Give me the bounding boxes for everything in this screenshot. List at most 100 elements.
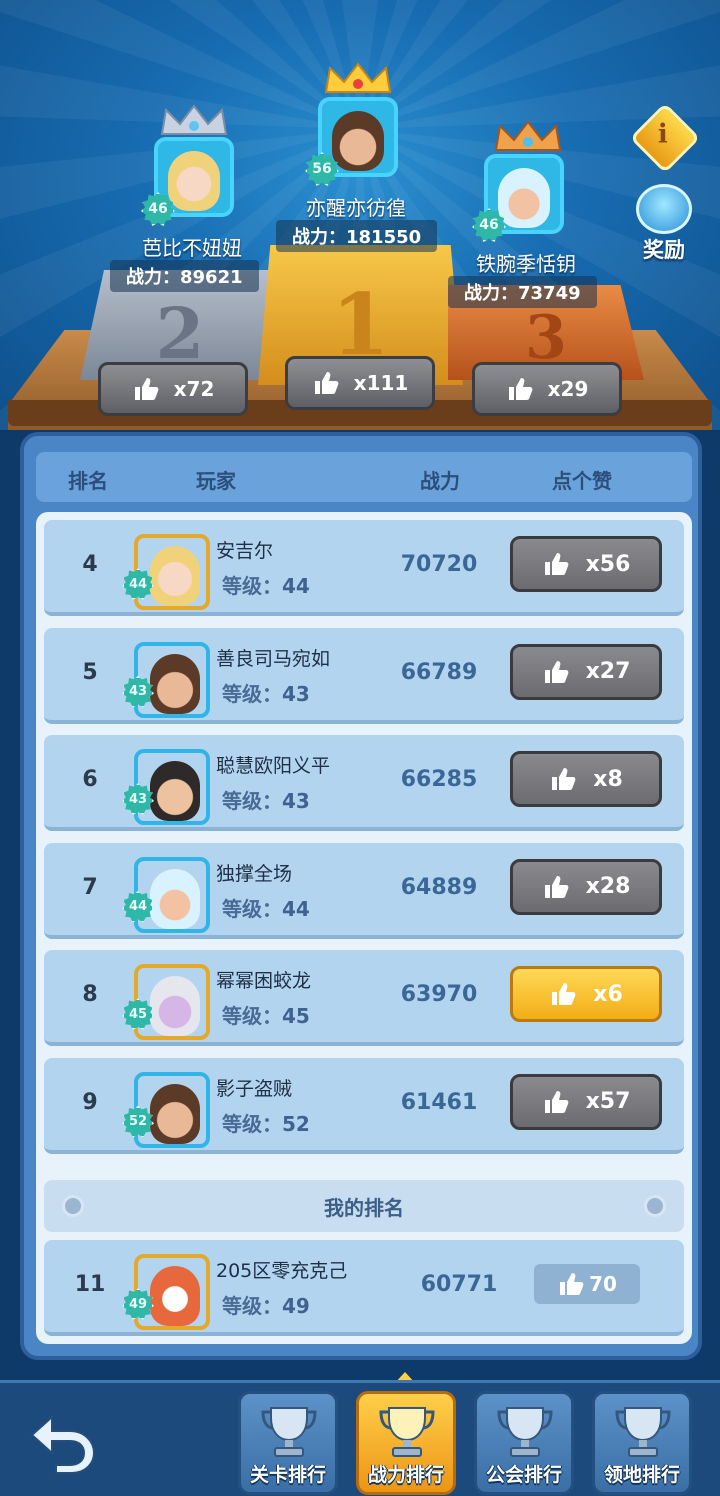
thumbs-up-icon: [544, 1090, 568, 1113]
player-name: 205区零充克己: [216, 1260, 348, 1282]
avatar-face: [150, 761, 200, 821]
player-level: 等级：45: [222, 1000, 310, 1029]
player-power: 66789: [400, 659, 478, 685]
thumbs-up-icon: [134, 378, 159, 400]
player-name: 独撑全场: [216, 862, 293, 885]
trophy-icon: [497, 1407, 553, 1457]
my-rank-row: 11 49 205区零充克己 等级：49 60771 70: [44, 1240, 684, 1336]
player-power: 66285: [400, 767, 478, 792]
bronze-crown-icon: [494, 120, 562, 151]
level-value: 44: [282, 896, 310, 921]
thumbs-up-icon: [544, 660, 568, 683]
ranking-list[interactable]: 4 44 安吉尔 等级：44 70720 x56 5 43 善良司马宛如 等级：43 66789 x2…: [36, 512, 692, 1344]
level-label: 等级：: [222, 681, 282, 706]
thumbs-up-icon: [508, 378, 533, 400]
podium-power-first: 战力：181550: [276, 220, 438, 252]
player-level: 等级：52: [222, 1108, 310, 1137]
like-count: x56: [585, 551, 631, 577]
level-value: 52: [282, 1111, 310, 1136]
player-power: 60771: [420, 1272, 498, 1297]
tab-stage-ranking[interactable]: 关卡排行: [238, 1391, 338, 1495]
thumbs-up-icon: [560, 1273, 584, 1295]
tab-label: 公会排行: [485, 1464, 562, 1486]
podium-name-second: 芭比不妞妞: [142, 236, 242, 260]
podium-power-second: 战力：89621: [110, 260, 259, 292]
ranking-panel: 排名 玩家 战力 点个赞 4 44 安吉尔 等级：44 70720 x56 5 43 善良司马宛…: [20, 432, 702, 1360]
tab-territory-ranking[interactable]: 领地排行: [592, 1391, 692, 1495]
like-count: x57: [585, 1089, 631, 1114]
divider-dot-left: [62, 1195, 84, 1217]
avatar-face: [168, 151, 220, 211]
like-button[interactable]: x27: [510, 643, 662, 700]
header-rank: 排名: [68, 469, 108, 493]
like-count: x72: [173, 377, 215, 401]
like-count: x28: [585, 874, 631, 899]
like-count: 70: [589, 1272, 617, 1296]
thumbs-up-icon: [314, 372, 339, 394]
my-rank-divider: 我的排名: [44, 1180, 684, 1232]
level-value: 43: [282, 681, 310, 706]
rank-number: 8: [82, 982, 98, 1007]
thumbs-up-icon: [544, 875, 568, 898]
trophy-icon: [261, 1407, 317, 1457]
podium-power-third: 战力：73749: [448, 276, 597, 308]
gift-icon: [636, 184, 692, 234]
level-label: 等级：: [222, 1004, 282, 1028]
like-button[interactable]: x28: [510, 858, 662, 915]
player-power: 70720: [400, 552, 478, 577]
player-level: 等级：49: [222, 1290, 310, 1319]
like-button[interactable]: x6: [510, 966, 662, 1022]
player-level: 等级：43: [222, 785, 310, 814]
thumbs-up-icon: [552, 768, 576, 790]
tab-power-ranking[interactable]: 战力排行: [356, 1391, 456, 1495]
tab-label: 战力排行: [367, 1464, 444, 1486]
like-button[interactable]: x57: [510, 1073, 662, 1130]
like-button-third[interactable]: x29: [472, 362, 622, 416]
player-level: 等级：43: [222, 678, 310, 707]
avatar-face: [150, 546, 200, 606]
rank-number: 11: [74, 1272, 106, 1297]
level-label: 等级：: [222, 574, 282, 598]
avatar-face: [150, 1266, 200, 1326]
player-level: 等级：44: [222, 893, 310, 922]
like-button[interactable]: x56: [510, 536, 662, 592]
player-level: 等级：44: [222, 570, 310, 599]
podium-name-third: 铁腕季恬钥: [476, 252, 576, 276]
reward-label: 奖励: [643, 238, 685, 262]
table-row: 7 44 独撑全场 等级：44 64889 x28: [44, 842, 684, 939]
avatar-face: [150, 868, 200, 929]
header-like: 点个赞: [552, 469, 612, 493]
like-button[interactable]: x8: [510, 751, 662, 807]
tab-label: 领地排行: [603, 1464, 680, 1486]
reward-button[interactable]: 奖励: [628, 180, 700, 262]
level-value: 44: [282, 574, 310, 598]
avatar-face: [150, 1083, 200, 1144]
like-count: x29: [547, 377, 589, 401]
rank-number: 6: [82, 767, 98, 792]
silver-crown-icon: [160, 104, 228, 135]
like-count: x8: [593, 766, 623, 792]
back-arrow-icon[interactable]: [26, 1407, 98, 1475]
table-header: 排名 玩家 战力 点个赞: [36, 452, 692, 502]
like-button-second[interactable]: x72: [98, 362, 248, 416]
tab-guild-ranking[interactable]: 公会排行: [474, 1391, 574, 1495]
table-row: 4 44 安吉尔 等级：44 70720 x56: [44, 520, 684, 616]
player-power: 63970: [400, 982, 478, 1007]
level-value: 45: [282, 1004, 310, 1028]
player-power: 64889: [400, 874, 478, 900]
like-count: x6: [593, 981, 623, 1007]
player-name: 幂幂困蛟龙: [216, 970, 312, 992]
table-row: 9 52 影子盗贼 等级：52 61461 x57: [44, 1057, 684, 1154]
podium-name-first: 亦醒亦彷徨: [306, 196, 406, 220]
thumbs-up-icon: [544, 553, 568, 575]
podium-scene: 2 1 3 46 芭比不妞妞 战力：89621 56 亦醒亦彷徨 战力：1815…: [0, 0, 720, 430]
player-name: 善良司马宛如: [216, 647, 331, 670]
table-row: 5 43 善良司马宛如 等级：43 66789 x27: [44, 627, 684, 724]
level-label: 等级：: [222, 789, 282, 813]
like-button-first[interactable]: x111: [285, 356, 435, 410]
header-player: 玩家: [196, 469, 236, 493]
level-value: 49: [282, 1294, 310, 1318]
table-row: 8 45 幂幂困蛟龙等级：45 63970 x6: [44, 950, 684, 1046]
my-rank-label: 我的排名: [324, 1195, 404, 1220]
avatar-face: [498, 168, 550, 228]
